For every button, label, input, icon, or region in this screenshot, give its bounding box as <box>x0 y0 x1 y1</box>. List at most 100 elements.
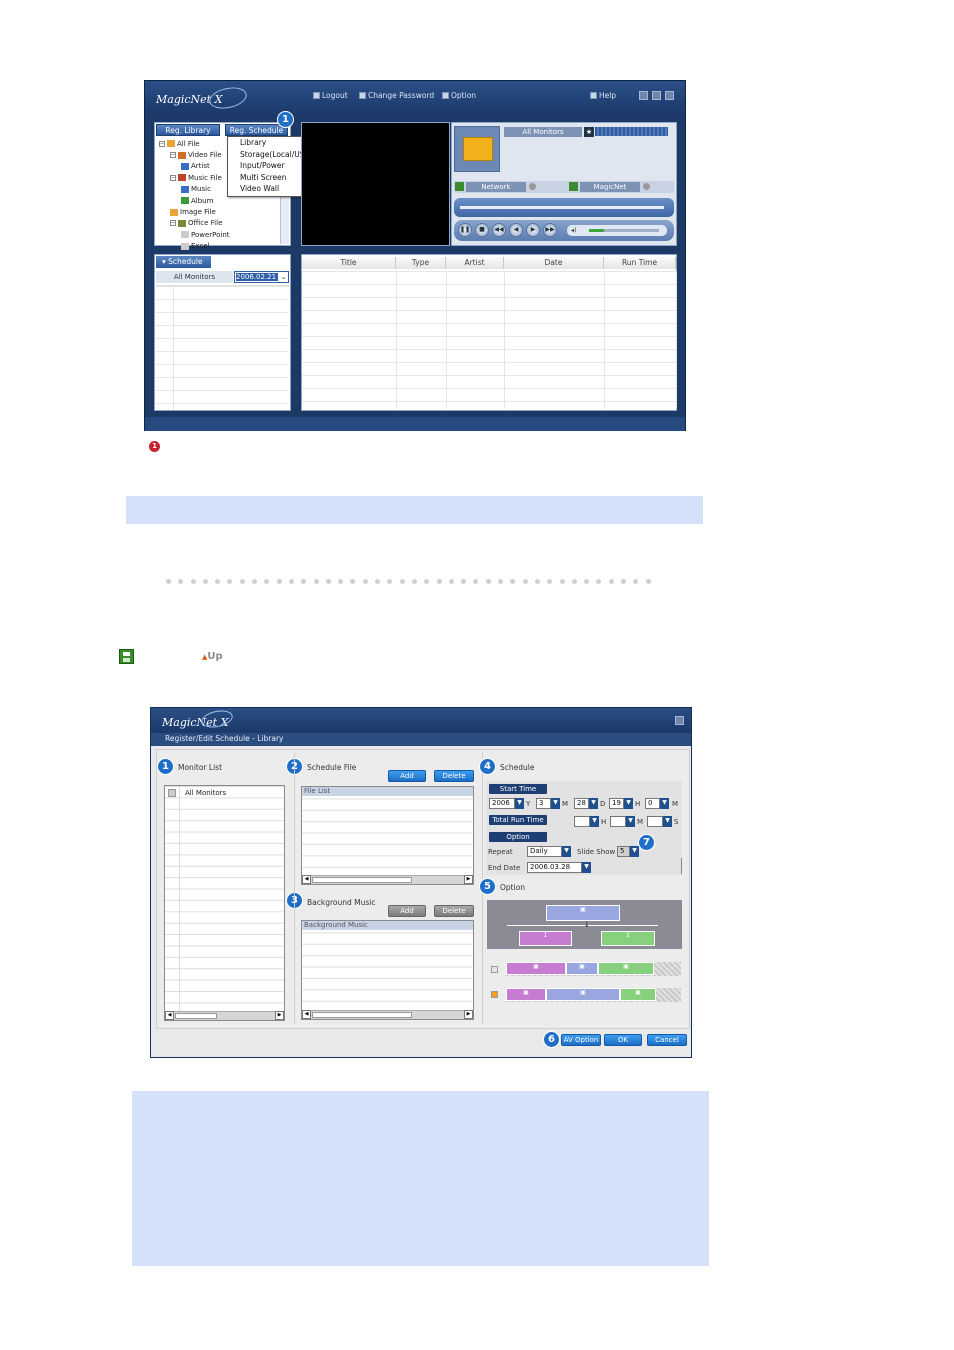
tree-expander-icon[interactable]: − <box>170 174 176 181</box>
av-option-button[interactable]: AV Option <box>561 1034 601 1046</box>
scroll-left-icon[interactable]: ◀ <box>165 1011 174 1020</box>
progress-track[interactable] <box>454 198 674 217</box>
run-second-field[interactable] <box>647 816 663 827</box>
divider-dot <box>534 579 540 584</box>
end-date-field[interactable]: 2006.03.28 <box>527 862 582 873</box>
monitor-item-all[interactable]: All Monitors <box>185 789 226 797</box>
tree-expander-icon[interactable]: − <box>170 220 176 227</box>
monitor-checkbox[interactable] <box>168 789 176 797</box>
year-dropdown[interactable]: ▼ <box>515 798 524 809</box>
av-option-badge: 6 <box>543 1031 560 1048</box>
volume-slider[interactable]: ◂) <box>567 225 667 236</box>
background-music-delete-button[interactable]: Delete <box>434 905 474 917</box>
slide-show-dropdown[interactable]: ▼ <box>630 846 639 857</box>
background-music-scrollbar[interactable]: ◀ ▶ <box>302 1010 473 1019</box>
column-header[interactable]: Type <box>396 257 446 269</box>
layout-option-1[interactable]: ▣ ▣ ▣ <box>506 962 681 976</box>
divider-dot <box>571 579 577 584</box>
monitor-thumbnail[interactable] <box>454 126 500 172</box>
day-field[interactable]: 28 <box>574 798 589 809</box>
month-dropdown[interactable]: ▼ <box>551 798 560 809</box>
maximize-button[interactable] <box>652 91 661 100</box>
layout-option-1-radio[interactable] <box>491 966 498 973</box>
tree-item[interactable]: Excel <box>159 241 279 252</box>
option-link[interactable]: Option <box>442 91 476 100</box>
repeat-dropdown[interactable]: ▼ <box>562 846 571 857</box>
hour-field[interactable]: 19 <box>609 798 624 809</box>
background-music-add-button[interactable]: Add <box>388 905 426 917</box>
status-row: Network MagicNet <box>454 181 674 193</box>
layout-option-2-radio[interactable] <box>491 991 498 998</box>
divider-dot <box>375 579 381 584</box>
run-second-unit: S <box>674 818 679 826</box>
divider-dot <box>166 579 171 584</box>
run-hour-dropdown[interactable]: ▼ <box>590 816 599 827</box>
year-field[interactable]: 2006 <box>489 798 515 809</box>
video-preview <box>301 122 450 246</box>
column-header[interactable]: Run Time <box>604 257 676 269</box>
file-type-icon <box>181 185 189 193</box>
forward-button[interactable]: ▶ <box>526 223 540 237</box>
schedule-date-select[interactable]: 2006.02.21 ⌄ <box>234 271 289 283</box>
column-header[interactable]: Artist <box>446 257 504 269</box>
close-button[interactable] <box>665 91 674 100</box>
month-unit: M <box>562 800 569 808</box>
minute-field[interactable]: 0 <box>645 798 660 809</box>
tree-item[interactable]: PowerPoint <box>159 229 279 240</box>
run-minute-dropdown[interactable]: ▼ <box>626 816 635 827</box>
run-hour-field[interactable] <box>574 816 590 827</box>
chevron-down-icon: ⌄ <box>280 273 287 281</box>
column-header[interactable]: Title <box>302 257 396 269</box>
repeat-field[interactable]: Daily <box>527 846 562 857</box>
column-header[interactable]: Date <box>504 257 604 269</box>
divider-dot <box>387 579 393 584</box>
scroll-right-icon[interactable]: ▶ <box>464 1010 473 1019</box>
ok-button[interactable]: OK <box>604 1034 642 1046</box>
layout-option-2[interactable]: ▣ ▣ ▣ <box>506 988 681 1002</box>
file-type-icon <box>178 219 186 227</box>
network-status-icon <box>529 183 536 190</box>
progress-bar <box>460 206 664 209</box>
logout-link[interactable]: Logout <box>313 91 348 100</box>
cancel-button[interactable]: Cancel <box>647 1034 687 1046</box>
run-minute-field[interactable] <box>610 816 626 827</box>
divider-dot <box>633 579 639 584</box>
month-field[interactable]: 3 <box>536 798 551 809</box>
tree-expander-icon[interactable]: − <box>159 140 165 147</box>
end-date-dropdown[interactable]: ▼ <box>582 862 591 873</box>
minimize-button[interactable] <box>639 91 648 100</box>
next-button[interactable]: ▶▶ <box>543 223 557 237</box>
scroll-right-icon[interactable]: ▶ <box>275 1011 284 1020</box>
day-dropdown[interactable]: ▼ <box>589 798 598 809</box>
play-pause-button[interactable]: ❚❚ <box>458 223 472 237</box>
column-divider <box>446 271 447 409</box>
tree-item[interactable]: Image File <box>159 206 279 217</box>
schedule-tab[interactable]: ▾ Schedule <box>156 256 211 268</box>
divider-dot <box>399 579 405 584</box>
previous-button[interactable]: ◀◀ <box>492 223 506 237</box>
monitor-list-scrollbar[interactable]: ◀ ▶ <box>165 1011 284 1020</box>
run-second-dropdown[interactable]: ▼ <box>663 816 672 827</box>
hour-dropdown[interactable]: ▼ <box>624 798 633 809</box>
rewind-button[interactable]: ◀ <box>509 223 523 237</box>
tab-reg-library[interactable]: Reg. Library <box>156 124 220 136</box>
schedule-file-delete-button[interactable]: Delete <box>434 770 474 782</box>
dialog-close-button[interactable] <box>675 716 684 725</box>
tree-expander-icon[interactable]: − <box>170 152 176 159</box>
scroll-left-icon[interactable]: ◀ <box>302 1010 311 1019</box>
dotted-divider <box>166 577 666 584</box>
change-password-link[interactable]: Change Password <box>359 91 434 100</box>
up-link[interactable]: ▲Up <box>202 651 223 662</box>
scroll-right-icon[interactable]: ▶ <box>464 875 473 884</box>
tree-item[interactable]: − Office File <box>159 218 279 229</box>
schedule-file-add-button[interactable]: Add <box>388 770 426 782</box>
tab-reg-schedule[interactable]: Reg. Schedule <box>225 124 288 136</box>
schedule-monitor[interactable]: All Monitors <box>156 271 233 283</box>
stop-button[interactable]: ■ <box>475 223 489 237</box>
help-link[interactable]: Help <box>590 91 616 100</box>
scroll-left-icon[interactable]: ◀ <box>302 875 311 884</box>
slide-show-field[interactable]: 5 <box>617 846 630 857</box>
file-list-scrollbar[interactable]: ◀ ▶ <box>302 875 473 884</box>
column-divider <box>504 271 505 409</box>
minute-dropdown[interactable]: ▼ <box>660 798 669 809</box>
